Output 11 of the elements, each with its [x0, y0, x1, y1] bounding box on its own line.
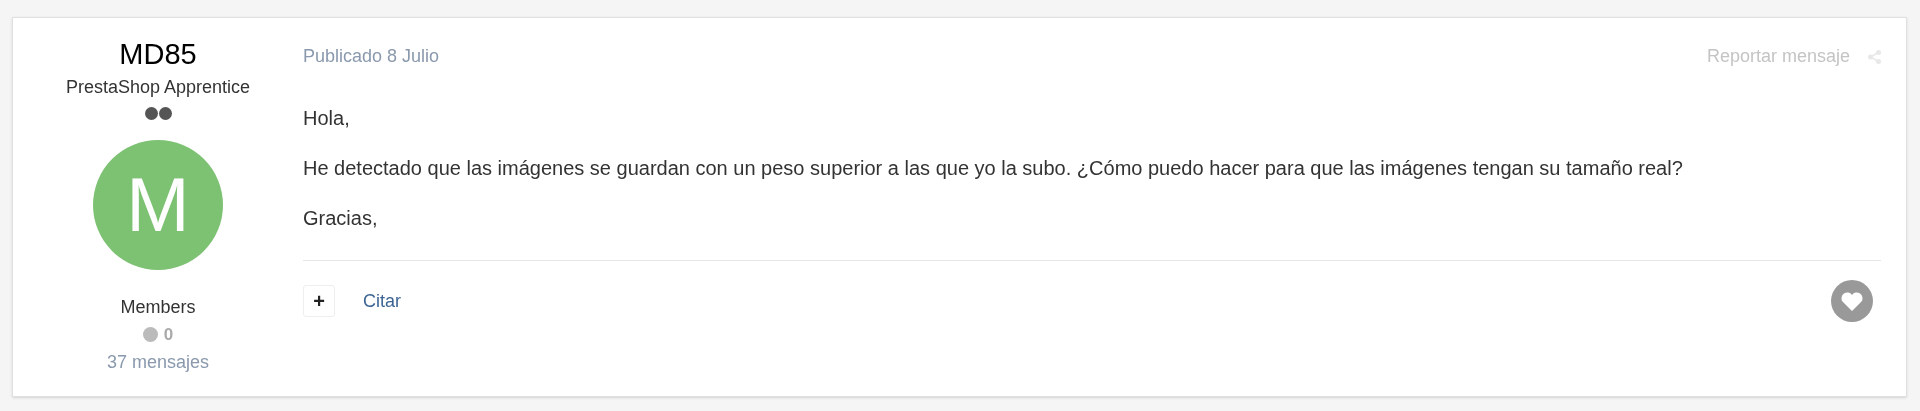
author-rank: PrestaShop Apprentice: [65, 76, 251, 99]
post-paragraph: He detectado que las imágenes se guardan con un peso superior a las que yo la subo. ¿Cómo puedo hacer para que las imágenes tengan su tamaño real?: [303, 156, 1684, 180]
reputation-count: 0: [163, 324, 174, 346]
quote-link[interactable]: Citar: [363, 287, 401, 315]
post-paragraph: Hola,: [303, 106, 351, 130]
post-count: 37 mensajes: [106, 350, 210, 374]
post-date: Publicado 8 Julio: [303, 45, 440, 68]
multiquote-button[interactable]: +: [303, 285, 335, 317]
author-name[interactable]: MD85: [119, 36, 197, 72]
member-group: Members: [120, 294, 196, 321]
post-paragraph: Gracias,: [303, 206, 379, 230]
